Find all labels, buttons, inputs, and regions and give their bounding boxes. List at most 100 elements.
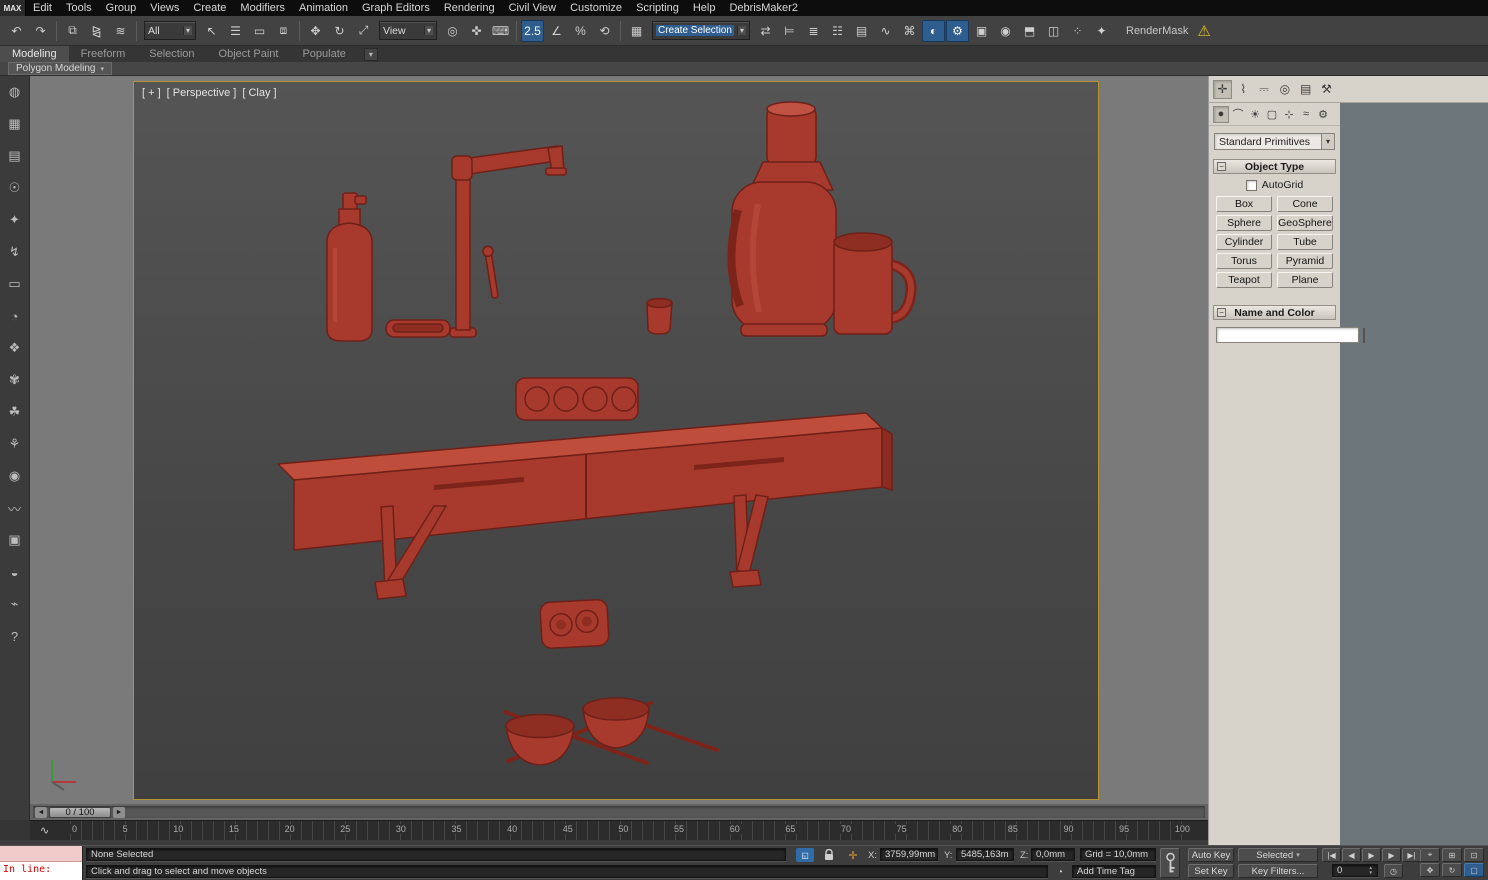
model-soap-bottle[interactable]: [327, 193, 372, 341]
left-tool-icon-1[interactable]: ◍: [3, 81, 27, 103]
frame-spinner[interactable]: ▲▼: [1369, 866, 1373, 875]
viewport-general-menu[interactable]: [ + ]: [142, 87, 161, 99]
y-coordinate-field[interactable]: 5485,163m: [956, 848, 1014, 861]
menu-item[interactable]: Views: [143, 0, 186, 16]
zoom-icon[interactable]: ⌖: [1420, 848, 1440, 862]
modify-tab-icon[interactable]: ⌇: [1234, 80, 1253, 99]
menu-item[interactable]: Scripting: [629, 0, 686, 16]
helpers-category-icon[interactable]: ⊹: [1281, 106, 1297, 123]
selection-filter-dropdown[interactable]: All▾: [144, 21, 196, 40]
menu-item[interactable]: DebrisMaker2: [722, 0, 804, 16]
object-color-swatch[interactable]: [1363, 328, 1365, 343]
snap-toggle-icon[interactable]: 2.5: [521, 20, 544, 42]
geometry-category-icon[interactable]: ●: [1213, 106, 1229, 123]
time-configuration-icon[interactable]: ◷: [1384, 864, 1403, 878]
systems-category-icon[interactable]: ⚙: [1315, 106, 1331, 123]
model-outlet[interactable]: [540, 599, 609, 648]
left-tool-icon-17[interactable]: ⌁: [3, 593, 27, 615]
curve-editor-icon[interactable]: ∿: [874, 20, 897, 42]
object-type-button[interactable]: Sphere: [1216, 215, 1272, 231]
undo-icon[interactable]: ↶: [5, 20, 28, 42]
menu-item[interactable]: Group: [99, 0, 144, 16]
schematic-view-icon[interactable]: ⌘: [898, 20, 921, 42]
menu-item[interactable]: Civil View: [502, 0, 563, 16]
select-and-link-icon[interactable]: ⧉: [61, 20, 84, 42]
menu-item[interactable]: Graph Editors: [355, 0, 437, 16]
layer-manager-icon[interactable]: ≣: [802, 20, 825, 42]
align-icon[interactable]: ⊨: [778, 20, 801, 42]
next-frame-arrow-icon[interactable]: ►: [113, 807, 125, 818]
menu-item[interactable]: Animation: [292, 0, 355, 16]
bind-to-space-warp-icon[interactable]: ≋: [109, 20, 132, 42]
menu-item[interactable]: Edit: [26, 0, 59, 16]
space-warps-category-icon[interactable]: ≈: [1298, 106, 1314, 123]
hierarchy-tab-icon[interactable]: ⎓: [1255, 80, 1274, 99]
spinner-snap-icon[interactable]: ⟲: [593, 20, 616, 42]
tab-populate[interactable]: Populate: [290, 46, 357, 62]
tab-freeform[interactable]: Freeform: [69, 46, 138, 62]
pan-icon[interactable]: ✥: [1420, 863, 1440, 877]
object-type-button[interactable]: Pyramid: [1277, 253, 1333, 269]
model-faucet[interactable]: [386, 146, 566, 337]
orbit-icon[interactable]: ↻: [1442, 863, 1462, 877]
left-tool-icon-4[interactable]: ☉: [3, 177, 27, 199]
warning-icon[interactable]: ⚠: [1197, 22, 1210, 40]
object-type-button[interactable]: GeoSphere: [1277, 215, 1333, 231]
left-tool-icon-12[interactable]: ⚘: [3, 433, 27, 455]
select-by-name-icon[interactable]: ☰: [224, 20, 247, 42]
left-tool-icon-8[interactable]: ◔: [3, 305, 27, 327]
max-logo[interactable]: MAX: [0, 0, 26, 16]
autogrid-checkbox[interactable]: [1246, 180, 1257, 191]
left-tool-icon-7[interactable]: ▭: [3, 273, 27, 295]
object-name-input[interactable]: [1216, 327, 1359, 343]
polygon-modeling-tab[interactable]: Polygon Modeling▾: [8, 62, 112, 75]
model-mug[interactable]: [834, 233, 911, 334]
object-type-button[interactable]: Torus: [1216, 253, 1272, 269]
angle-snap-icon[interactable]: ∠: [545, 20, 568, 42]
object-type-button[interactable]: Cone: [1277, 196, 1333, 212]
select-and-rotate-icon[interactable]: ↻: [328, 20, 351, 42]
window-crossing-icon[interactable]: ⧈: [272, 20, 295, 42]
state-sets-icon[interactable]: ⬒: [1018, 20, 1041, 42]
tab-selection[interactable]: Selection: [137, 46, 206, 62]
rectangular-selection-region-icon[interactable]: ▭: [248, 20, 271, 42]
left-tool-icon-10[interactable]: ✾: [3, 369, 27, 391]
model-coffee-maker[interactable]: [731, 102, 836, 336]
menu-item[interactable]: Customize: [563, 0, 629, 16]
object-type-button[interactable]: Teapot: [1216, 272, 1272, 288]
viewport-canvas-icon[interactable]: ◫: [1042, 20, 1065, 42]
named-selection-set-dropdown[interactable]: Create Selection Se▾: [652, 21, 750, 40]
mini-curve-editor-icon[interactable]: ∿: [40, 824, 49, 837]
isolate-selection-icon[interactable]: ◱: [796, 848, 814, 862]
menu-item[interactable]: Create: [186, 0, 233, 16]
select-and-scale-icon[interactable]: ⤢: [352, 20, 375, 42]
shapes-category-icon[interactable]: ⌒: [1230, 106, 1246, 123]
listener-line[interactable]: In line:: [0, 862, 82, 880]
play-icon[interactable]: ▶: [1362, 848, 1381, 862]
left-tool-icon-16[interactable]: ◒: [3, 561, 27, 583]
z-coordinate-field[interactable]: 0,0mm: [1031, 848, 1075, 861]
left-tool-icon-5[interactable]: ✦: [3, 209, 27, 231]
zoom-all-icon[interactable]: ⊞: [1442, 848, 1462, 862]
object-type-rollout-header[interactable]: − Object Type: [1213, 159, 1336, 174]
array-tool-icon[interactable]: ⁘: [1066, 20, 1089, 42]
left-tool-icon-15[interactable]: ▣: [3, 529, 27, 551]
name-color-rollout-header[interactable]: − Name and Color: [1213, 305, 1336, 320]
model-pet-bowls[interactable]: [505, 698, 717, 765]
time-slider-handle[interactable]: 0 / 100: [49, 807, 111, 818]
unlink-selection-icon[interactable]: ⧎: [85, 20, 108, 42]
model-small-cup[interactable]: [647, 299, 672, 335]
model-switch-plate[interactable]: [516, 378, 638, 420]
utilities-tab-icon[interactable]: ⚒: [1317, 80, 1336, 99]
selection-lock-icon[interactable]: [820, 848, 838, 862]
mirror-icon[interactable]: ⇄: [754, 20, 777, 42]
left-tool-icon-9[interactable]: ❖: [3, 337, 27, 359]
tab-object-paint[interactable]: Object Paint: [207, 46, 291, 62]
left-tool-icon-13[interactable]: ◉: [3, 465, 27, 487]
viewport-pov-menu[interactable]: [ Perspective ]: [167, 87, 237, 99]
rendermask-label[interactable]: RenderMask: [1126, 25, 1188, 37]
object-type-button[interactable]: Tube: [1277, 234, 1333, 250]
select-object-icon[interactable]: ↖: [200, 20, 223, 42]
rendered-frame-window-icon[interactable]: ▣: [970, 20, 993, 42]
create-tab-icon[interactable]: ✛: [1213, 80, 1232, 99]
